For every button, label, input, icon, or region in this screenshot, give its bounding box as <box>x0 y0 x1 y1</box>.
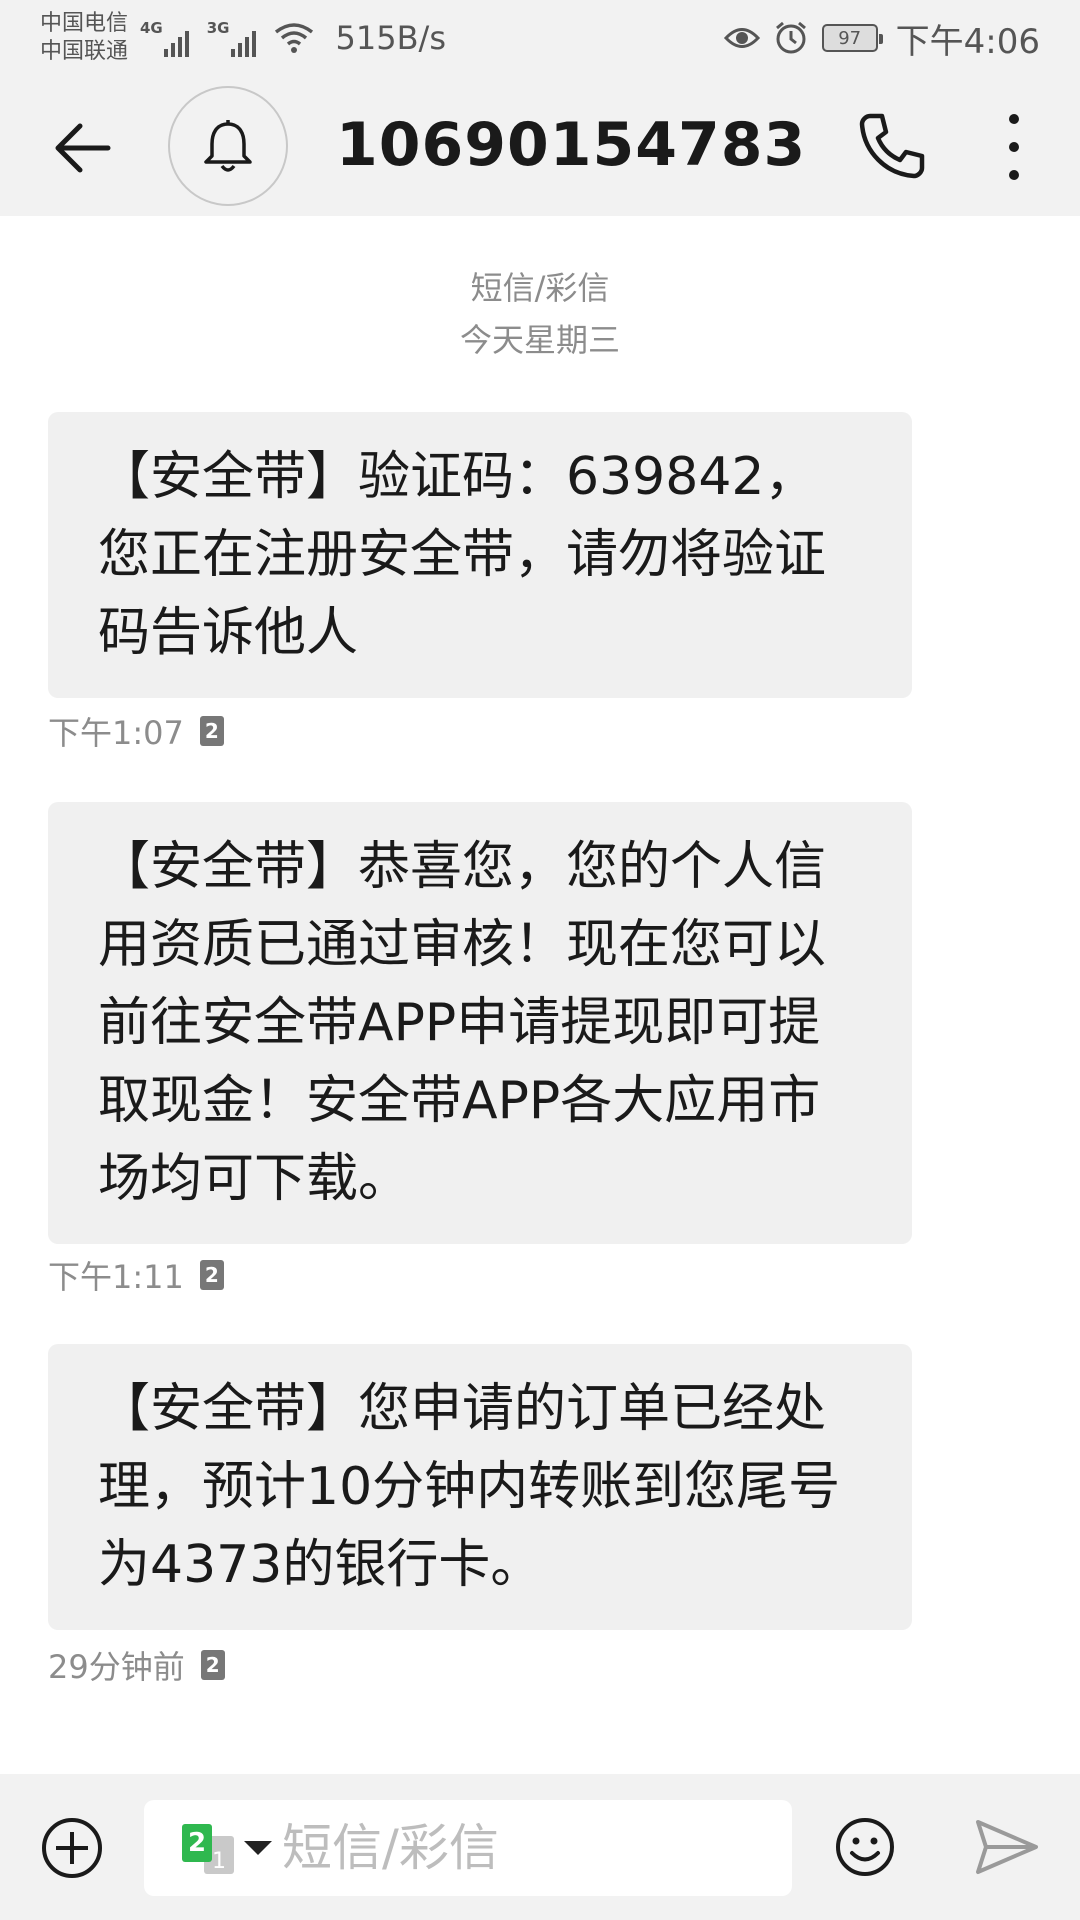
emoji-icon[interactable] <box>834 1816 896 1878</box>
compose-bar: 1 2 <box>0 1774 1080 1920</box>
sim-card-icon: 2 <box>200 1650 225 1680</box>
carrier-1: 中国电信 <box>40 11 129 36</box>
status-time: 下午4:06 <box>895 21 1040 62</box>
bell-icon <box>204 120 252 172</box>
signal-icon <box>230 27 256 57</box>
contact-title: 106901547834... <box>336 110 806 180</box>
sim-card-icon: 2 <box>199 716 224 746</box>
conversation-header: 106901547834... <box>0 76 1080 216</box>
carrier-2: 中国联通 <box>40 39 129 64</box>
phone-icon[interactable] <box>856 110 928 182</box>
message-meta: 29分钟前 2 <box>48 1642 225 1688</box>
eye-icon <box>723 28 760 48</box>
carrier-names: 中国电信 中国联通 <box>40 10 136 66</box>
message-bubble[interactable]: 【安全带】您申请的订单已经处理，预计10分钟内转账到您尾号为4373的银行卡。 <box>48 1344 912 1630</box>
thread-info: 短信/彩信 今天星期三 <box>0 262 1080 366</box>
more-vertical-icon[interactable] <box>994 114 1034 180</box>
network-type-1: 4G <box>140 19 163 37</box>
wifi-icon <box>274 23 313 53</box>
sim-select-icon[interactable]: 1 2 <box>182 1824 242 1874</box>
battery-icon: 97 <box>821 24 883 52</box>
thread-type-label: 短信/彩信 <box>470 269 610 307</box>
signal-2: 3G <box>207 19 270 57</box>
message-time: 下午1:11 <box>48 1258 184 1296</box>
signal-1: 4G <box>140 19 203 57</box>
message-bubble[interactable]: 【安全带】验证码：639842，您正在注册安全带，请勿将验证码告诉他人 <box>48 412 912 698</box>
network-speed: 515B/s <box>335 19 446 57</box>
sim-card-icon: 2 <box>199 1260 224 1290</box>
message-input[interactable] <box>282 1819 722 1877</box>
network-type-2: 3G <box>206 19 230 37</box>
message-meta: 下午1:07 2 <box>48 708 224 754</box>
alarm-icon <box>775 21 806 54</box>
message-time: 下午1:07 <box>48 714 184 752</box>
thread-date-label: 今天星期三 <box>459 321 620 359</box>
message-text: 【安全带】恭喜您，您的个人信用资质已通过审核！现在您可以前往安全带APP申请提现… <box>98 837 827 1209</box>
battery-level: 97 <box>838 27 862 49</box>
back-arrow-icon[interactable] <box>50 116 114 180</box>
chevron-down-icon[interactable] <box>244 1841 272 1855</box>
signal-icon <box>163 27 189 57</box>
message-meta: 下午1:11 2 <box>48 1252 224 1298</box>
add-circle-icon[interactable] <box>40 1816 104 1880</box>
notification-toggle-button[interactable] <box>168 86 288 206</box>
message-text: 【安全带】您申请的订单已经处理，预计10分钟内转账到您尾号为4373的银行卡。 <box>98 1379 841 1595</box>
message-text: 【安全带】验证码：639842，您正在注册安全带，请勿将验证码告诉他人 <box>98 447 827 663</box>
send-icon[interactable] <box>974 1818 1040 1876</box>
message-time: 29分钟前 <box>48 1648 185 1686</box>
message-bubble[interactable]: 【安全带】恭喜您，您的个人信用资质已通过审核！现在您可以前往安全带APP申请提现… <box>48 802 912 1244</box>
status-bar: 中国电信 中国联通 4G 3G 515B/s 97 下午4:06 <box>0 0 1080 76</box>
compose-field[interactable]: 1 2 <box>144 1800 792 1896</box>
sim-card-front: 2 <box>182 1824 212 1862</box>
